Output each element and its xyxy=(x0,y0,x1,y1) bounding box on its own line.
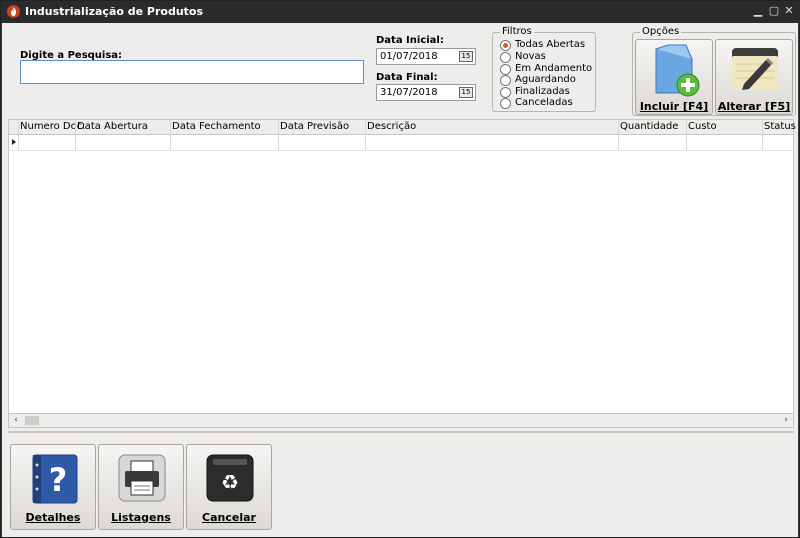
column-separator[interactable] xyxy=(278,120,279,151)
cancel-button[interactable]: ♻ Cancelar xyxy=(186,444,272,530)
listings-button[interactable]: Listagens xyxy=(98,444,184,530)
minimize-icon[interactable]: ▁ xyxy=(751,4,765,18)
column-header[interactable]: Quantidade xyxy=(620,121,678,132)
radio-icon[interactable] xyxy=(500,52,511,63)
recycle-bin-icon: ♻ xyxy=(206,454,254,502)
maximize-icon[interactable]: ▢ xyxy=(767,4,781,18)
include-button-label: Incluir [F4] xyxy=(639,100,709,113)
table-row[interactable] xyxy=(9,150,793,151)
svg-text:?: ? xyxy=(49,461,68,499)
help-book-icon: ? xyxy=(32,454,78,504)
window-title: Industrialização de Produtos xyxy=(25,5,204,18)
column-separator[interactable] xyxy=(762,120,763,151)
column-separator[interactable] xyxy=(170,120,171,151)
column-separator[interactable] xyxy=(686,120,687,151)
include-button[interactable]: Incluir [F4] xyxy=(635,39,713,115)
divider xyxy=(8,431,794,433)
edit-button-label: Alterar [F5] xyxy=(717,100,791,113)
column-header[interactable]: Descrição xyxy=(367,121,416,132)
radio-icon[interactable] xyxy=(500,75,511,86)
start-date-field[interactable]: 01/07/2018 15 xyxy=(376,48,476,65)
column-separator[interactable] xyxy=(18,120,19,151)
add-document-icon xyxy=(655,44,700,97)
end-date-field[interactable]: 31/07/2018 15 xyxy=(376,84,476,101)
edit-button[interactable]: Alterar [F5] xyxy=(715,39,793,115)
radio-icon[interactable] xyxy=(500,98,511,109)
notepad-pencil-icon xyxy=(732,48,778,90)
scroll-left-icon[interactable]: ‹ xyxy=(9,414,23,427)
column-header[interactable]: Data Abertura xyxy=(77,121,148,132)
search-input[interactable] xyxy=(20,60,364,84)
current-row-indicator-icon xyxy=(12,139,16,145)
form-client-area: Digite a Pesquisa: Data Inicial: 01/07/2… xyxy=(2,23,798,537)
calendar-icon[interactable]: 15 xyxy=(459,51,473,62)
column-header[interactable]: Custo xyxy=(688,121,717,132)
end-date-value: 31/07/2018 xyxy=(380,87,438,98)
start-date-value: 01/07/2018 xyxy=(380,51,438,62)
options-legend: Opções xyxy=(640,26,682,37)
cancel-button-label: Cancelar xyxy=(202,511,256,524)
column-header[interactable]: Data Previsão xyxy=(280,121,349,132)
main-window: Industrialização de Produtos ▁ ▢ ✕ Digit… xyxy=(0,0,800,538)
printer-icon xyxy=(118,454,166,502)
listings-button-label: Listagens xyxy=(111,511,171,524)
end-date-label: Data Final: xyxy=(376,72,438,83)
title-bar[interactable]: Industrialização de Produtos ▁ ▢ ✕ xyxy=(1,1,800,23)
details-button[interactable]: ? Detalhes xyxy=(10,444,96,530)
start-date-label: Data Inicial: xyxy=(376,35,444,46)
details-button-label: Detalhes xyxy=(25,511,81,524)
calendar-icon[interactable]: 15 xyxy=(459,87,473,98)
column-header[interactable]: Data Fechamento xyxy=(172,121,261,132)
scroll-thumb[interactable] xyxy=(25,416,39,425)
grid-header: Numero Doc. Data Abertura Data Fechament… xyxy=(9,120,796,135)
column-header[interactable]: Status xyxy=(764,121,796,132)
flame-icon xyxy=(7,5,20,18)
column-separator[interactable] xyxy=(618,120,619,151)
filters-legend: Filtros xyxy=(500,26,534,37)
radio-selected-icon[interactable] xyxy=(500,40,511,51)
column-separator[interactable] xyxy=(365,120,366,151)
radio-icon[interactable] xyxy=(500,87,511,98)
column-separator[interactable] xyxy=(75,120,76,151)
radio-icon[interactable] xyxy=(500,64,511,75)
svg-text:♻: ♻ xyxy=(221,470,239,494)
data-grid[interactable]: Numero Doc. Data Abertura Data Fechament… xyxy=(8,119,796,427)
close-icon[interactable]: ✕ xyxy=(782,4,796,18)
scroll-right-icon[interactable]: › xyxy=(779,414,793,427)
horizontal-scrollbar[interactable]: ‹ › xyxy=(8,413,794,428)
